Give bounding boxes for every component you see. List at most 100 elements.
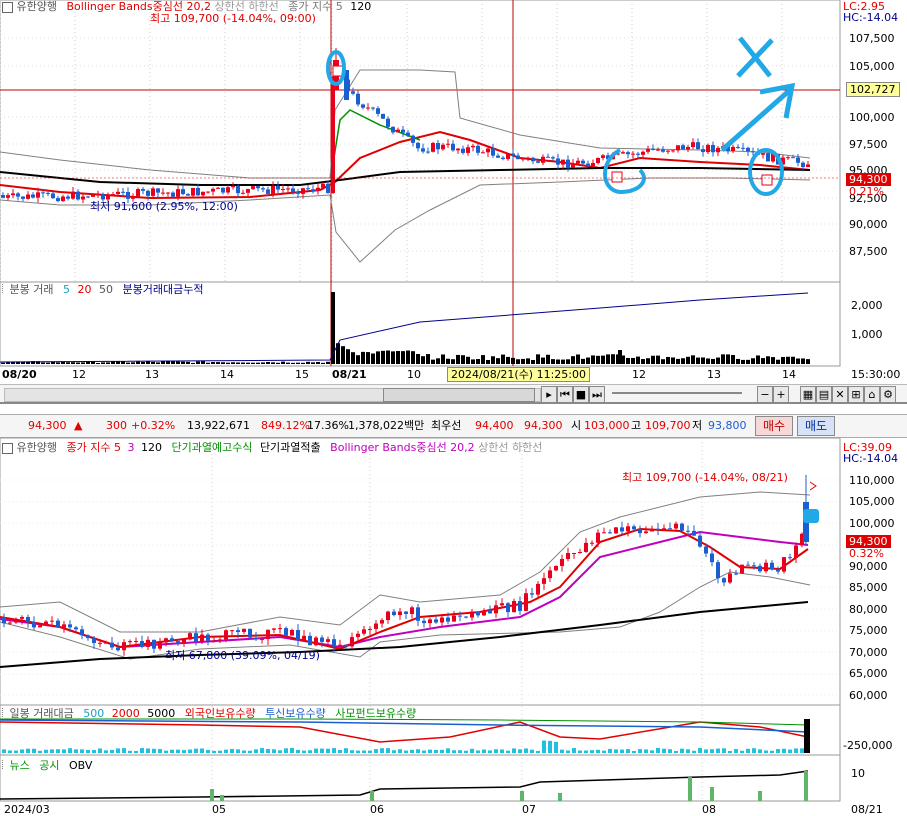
top-chart[interactable]: 유한양행 Bollinger Bands중심선 20,2 상한선 하한선 종가 …	[0, 0, 907, 404]
volume-bar	[76, 362, 80, 364]
candle-body	[796, 157, 800, 163]
candle-body	[572, 552, 576, 554]
candle-body	[542, 578, 546, 584]
bottom-close-ma[interactable]: 종가 지수 5	[66, 441, 120, 454]
candle-body	[494, 605, 498, 614]
candle-body	[636, 153, 640, 155]
trust-holdings[interactable]: 투신보유수량	[265, 707, 326, 720]
x-tick: 10	[407, 368, 421, 381]
candle-body	[306, 188, 310, 190]
candle-body	[586, 163, 590, 167]
zoom-in-button[interactable]: +	[773, 386, 789, 403]
candle-body	[601, 155, 605, 158]
volume-bar	[271, 362, 275, 364]
volume-bar	[374, 749, 378, 753]
zoom-slider[interactable]	[612, 392, 742, 394]
tool-1-button[interactable]: ▦	[800, 386, 816, 403]
bottom-volume-ma1[interactable]: 500	[83, 707, 104, 720]
bottom-x-tick: 08	[702, 803, 716, 816]
volume-bar	[436, 358, 440, 364]
candle-body	[146, 190, 150, 196]
notice-label[interactable]: 공시	[39, 759, 59, 772]
private-holdings[interactable]: 사모펀드보유수량	[335, 707, 416, 720]
chart-toggle-icon[interactable]	[2, 1, 13, 13]
volume-ma3[interactable]: 50	[99, 283, 113, 296]
news-bar	[558, 793, 562, 801]
foreign-holdings[interactable]: 외국인보유수량	[185, 707, 256, 720]
bottom-stock-name[interactable]: 유한양행	[17, 441, 57, 454]
bottom-bb-upper[interactable]: 상한선	[478, 441, 508, 454]
volume-bar	[488, 750, 492, 753]
candle-body	[201, 191, 205, 196]
ma-120-legend[interactable]: 120	[350, 0, 371, 13]
volume-bar	[731, 355, 735, 364]
volume-acc[interactable]: 분봉거래대금누적	[122, 283, 203, 296]
volume-bar	[326, 361, 330, 364]
candle-body	[791, 157, 795, 159]
candle-body	[511, 153, 515, 156]
splitter[interactable]	[0, 402, 907, 404]
bottom-chart[interactable]: 유한양행 종가 지수 5 3 120 단기과열예고수식 단기과열적출 Bolli…	[0, 437, 907, 816]
tool-3-button[interactable]: ✕	[832, 386, 848, 403]
bottom-ma3[interactable]: 3	[127, 441, 134, 454]
short-warn[interactable]: 단기과열예고수식	[171, 441, 252, 454]
tool-5-button[interactable]: ⌂	[864, 386, 880, 403]
tool-2-button[interactable]: ▤	[816, 386, 832, 403]
volume-bar	[646, 358, 650, 364]
scroll-last-button[interactable]: ⏭	[589, 386, 605, 403]
candle-body	[281, 189, 285, 191]
volume-bar	[302, 750, 306, 753]
candle-body	[6, 195, 10, 198]
bottom-chart-svg[interactable]	[0, 437, 907, 816]
x-tick: 12	[72, 368, 86, 381]
volume-bar	[764, 750, 768, 753]
top-low-label: 최저 91,600 (2.95%, 12:00)	[90, 200, 238, 213]
quote-change-pct: +0.32%	[131, 419, 176, 432]
volume-title[interactable]: 분봉 거래	[10, 283, 54, 296]
candle-body	[224, 630, 228, 640]
obv-label[interactable]: OBV	[69, 759, 92, 772]
candle-body	[236, 630, 240, 633]
crosshair-price-box: 102,727	[846, 82, 900, 97]
volume-bar	[8, 750, 12, 753]
tool-6-button[interactable]: ⚙	[880, 386, 896, 403]
bottom-volume-ma2[interactable]: 2000	[112, 707, 140, 720]
buy-button[interactable]: 매수	[755, 416, 793, 436]
bottom-bb-lower[interactable]: 하한선	[512, 441, 542, 454]
stock-name[interactable]: 유한양행	[17, 0, 57, 13]
volume-bar	[476, 750, 480, 753]
volume-bar	[368, 750, 372, 753]
bottom-chart-toggle-icon[interactable]	[2, 442, 13, 454]
volume-bar	[146, 748, 150, 753]
candle-body	[716, 562, 720, 579]
volume-ma1[interactable]: 5	[63, 283, 70, 296]
horizontal-scrollbar[interactable]: ▸ ⏮ ■ ⏭ − + ▦ ▤ ✕ ⊞ ⌂ ⚙	[0, 384, 907, 403]
news-toggle-icon[interactable]	[2, 760, 6, 769]
scroll-right-button[interactable]: ▸	[541, 386, 557, 403]
volume-bar	[561, 359, 565, 364]
scroll-stop-button[interactable]: ■	[573, 386, 589, 403]
scroll-first-button[interactable]: ⏮	[557, 386, 573, 403]
tool-4-button[interactable]: ⊞	[848, 386, 864, 403]
volume-bar	[566, 359, 570, 364]
volume-bar	[278, 750, 282, 753]
scroll-thumb[interactable]	[383, 388, 535, 402]
volume-bar	[56, 362, 60, 364]
volume-toggle-icon[interactable]	[2, 284, 6, 293]
bottom-volume-ma3[interactable]: 5000	[147, 707, 175, 720]
zoom-out-button[interactable]: −	[757, 386, 773, 403]
candle-body	[620, 527, 624, 532]
news-label[interactable]: 뉴스	[10, 759, 30, 772]
volume-bar	[296, 749, 300, 753]
bottom-bb[interactable]: Bollinger Bands중심선 20,2	[330, 441, 475, 454]
volume-bar	[314, 748, 318, 753]
y-tick: 105,000	[849, 495, 895, 508]
bottom-volume-title[interactable]: 일봉 거래대금	[10, 707, 74, 720]
volume-bar	[606, 354, 610, 364]
candle-body	[146, 639, 150, 647]
short-hot[interactable]: 단기과열적출	[260, 441, 321, 454]
bottom-ma120[interactable]: 120	[141, 441, 162, 454]
volume-ma2[interactable]: 20	[77, 283, 91, 296]
bottom-volume-toggle-icon[interactable]	[2, 708, 6, 717]
sell-button[interactable]: 매도	[797, 416, 835, 436]
